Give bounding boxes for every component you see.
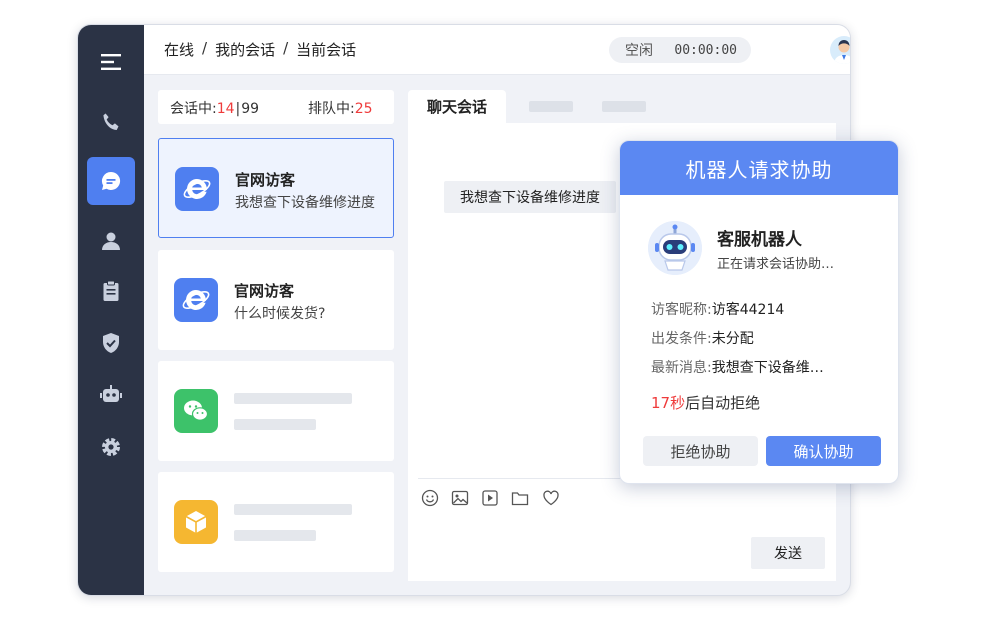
agent-status: 空闲 bbox=[625, 43, 653, 59]
confirm-assist-button[interactable]: 确认协助 bbox=[766, 436, 881, 466]
agent-status-pill[interactable]: 空闲 00:00:00 bbox=[609, 37, 751, 63]
gear-icon[interactable] bbox=[87, 423, 135, 471]
box-app-icon bbox=[174, 500, 218, 544]
robot-status: 正在请求会话协助… bbox=[717, 257, 835, 272]
auto-reject-countdown: 17秒后自动拒绝 bbox=[651, 392, 760, 413]
conversation-item[interactable]: 官网访客 我想查下设备维修进度 bbox=[158, 138, 394, 238]
field-value: 我想查下设备维… bbox=[711, 360, 824, 376]
conversation-title: 官网访客 bbox=[234, 282, 295, 300]
field-value: 访客44214 bbox=[711, 302, 785, 318]
latest-message-row: 最新消息:我想查下设备维… bbox=[651, 357, 824, 377]
heart-icon[interactable] bbox=[542, 489, 560, 507]
field-value: 未分配 bbox=[711, 331, 754, 347]
field-label: 出发条件: bbox=[651, 331, 712, 347]
sidebar bbox=[78, 25, 144, 595]
loading-placeholder bbox=[234, 393, 352, 404]
robot-avatar-icon bbox=[648, 221, 702, 275]
conversation-item[interactable]: 官网访客 什么时候发货? bbox=[158, 250, 394, 350]
field-label: 访客昵称: bbox=[651, 302, 712, 318]
visitor-message-bubble: 我想查下设备维修进度 bbox=[444, 181, 616, 213]
loading-placeholder bbox=[234, 530, 316, 541]
chat-bubble-icon[interactable] bbox=[87, 157, 135, 205]
menu-icon[interactable] bbox=[87, 38, 135, 86]
breadcrumb-item: 当前会话 bbox=[296, 41, 357, 59]
breadcrumb-item[interactable]: 我的会话 bbox=[215, 39, 275, 60]
robot-icon[interactable] bbox=[87, 371, 135, 419]
queue-value: 25 bbox=[354, 101, 373, 117]
robot-name: 客服机器人 bbox=[717, 230, 802, 250]
emoji-icon[interactable] bbox=[421, 489, 439, 507]
avatar[interactable] bbox=[830, 36, 850, 64]
reject-assist-button[interactable]: 拒绝协助 bbox=[643, 436, 758, 466]
conversation-item[interactable] bbox=[158, 472, 394, 572]
conversation-title: 官网访客 bbox=[235, 171, 296, 189]
conversation-last-message: 什么时候发货? bbox=[234, 306, 326, 322]
header: 在线 / 我的会话 / 当前会话 空闲 00:00:00 bbox=[144, 25, 850, 75]
tab-placeholder[interactable] bbox=[602, 101, 646, 112]
in-session-max: 99 bbox=[241, 101, 260, 117]
breadcrumb-separator: / bbox=[283, 39, 289, 57]
phone-icon[interactable] bbox=[87, 99, 135, 147]
online-badge-icon bbox=[850, 54, 851, 66]
tab-chat-session[interactable]: 聊天会话 bbox=[408, 90, 506, 123]
clipboard-icon[interactable] bbox=[87, 267, 135, 315]
folder-icon[interactable] bbox=[511, 489, 529, 507]
wechat-icon bbox=[174, 389, 218, 433]
status-timer: 00:00:00 bbox=[674, 42, 737, 58]
robot-assist-popup: 机器人请求协助 客服机器人 正在请求会话协助… 访客昵称:访客44214 出发条… bbox=[619, 140, 899, 484]
video-icon[interactable] bbox=[481, 489, 499, 507]
countdown-suffix: 后自动拒绝 bbox=[685, 394, 761, 412]
breadcrumb-separator: / bbox=[202, 39, 208, 57]
session-counter-bar: 会话中:14|99 排队中:25 bbox=[158, 90, 394, 124]
in-session-value: 14 bbox=[216, 101, 235, 117]
countdown-value: 17秒 bbox=[651, 394, 686, 412]
chat-tabbar: 聊天会话 bbox=[408, 90, 836, 123]
loading-placeholder bbox=[234, 504, 352, 515]
trigger-condition-row: 出发条件:未分配 bbox=[651, 328, 754, 348]
queue-label: 排队中: bbox=[308, 101, 355, 117]
visitor-nickname-row: 访客昵称:访客44214 bbox=[651, 299, 784, 319]
loading-placeholder bbox=[234, 419, 316, 430]
popup-title: 机器人请求协助 bbox=[620, 141, 898, 195]
in-session-counter: 会话中:14|99 bbox=[170, 101, 260, 117]
field-label: 最新消息: bbox=[651, 360, 712, 376]
conversation-item[interactable] bbox=[158, 361, 394, 461]
queue-counter: 排队中:25 bbox=[308, 98, 373, 118]
breadcrumb-item[interactable]: 在线 bbox=[164, 39, 194, 60]
conversation-last-message: 我想查下设备维修进度 bbox=[235, 195, 375, 211]
breadcrumb: 在线 / 我的会话 / 当前会话 bbox=[164, 39, 356, 60]
ie-icon bbox=[174, 278, 218, 322]
image-icon[interactable] bbox=[451, 489, 469, 507]
tab-placeholder[interactable] bbox=[529, 101, 573, 112]
send-button[interactable]: 发送 bbox=[751, 537, 825, 569]
ie-icon bbox=[175, 167, 219, 211]
in-session-label: 会话中: bbox=[170, 101, 217, 117]
shield-check-icon[interactable] bbox=[87, 319, 135, 367]
user-icon[interactable] bbox=[87, 217, 135, 265]
